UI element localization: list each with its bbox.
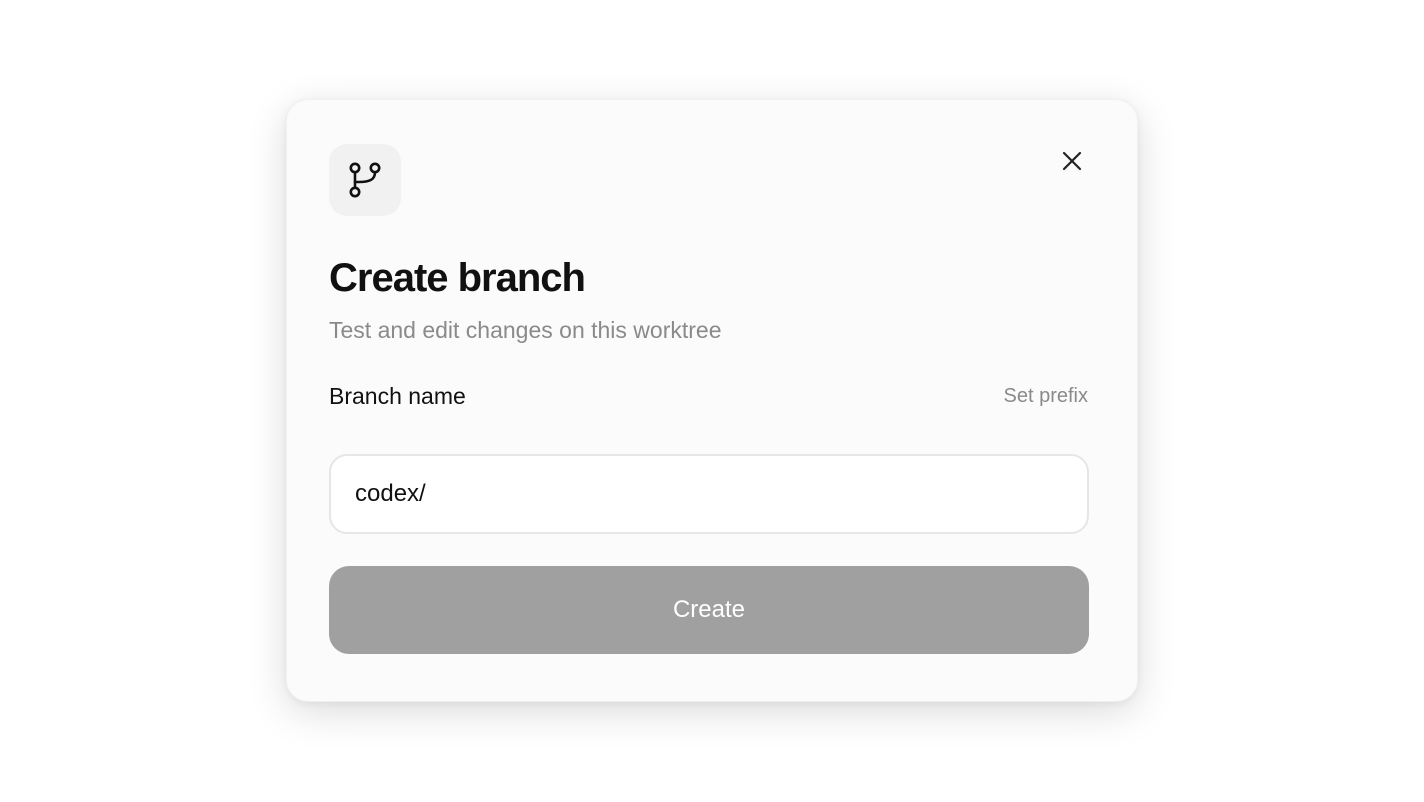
close-icon (1062, 151, 1082, 171)
dialog-subtitle: Test and edit changes on this worktree (329, 317, 722, 343)
branch-name-field (329, 454, 1089, 534)
set-prefix-link[interactable]: Set prefix (1004, 383, 1088, 409)
create-branch-dialog: Create branch Test and edit changes on t… (286, 99, 1138, 702)
branch-name-input[interactable] (331, 456, 1087, 532)
create-button[interactable]: Create (329, 566, 1089, 654)
git-branch-icon (349, 162, 381, 198)
backdrop: Create branch Test and edit changes on t… (0, 0, 1424, 802)
dialog-title: Create branch (329, 256, 586, 300)
close-button[interactable] (1053, 142, 1091, 180)
branch-name-label: Branch name (329, 383, 466, 409)
branch-icon-tile (329, 144, 401, 216)
